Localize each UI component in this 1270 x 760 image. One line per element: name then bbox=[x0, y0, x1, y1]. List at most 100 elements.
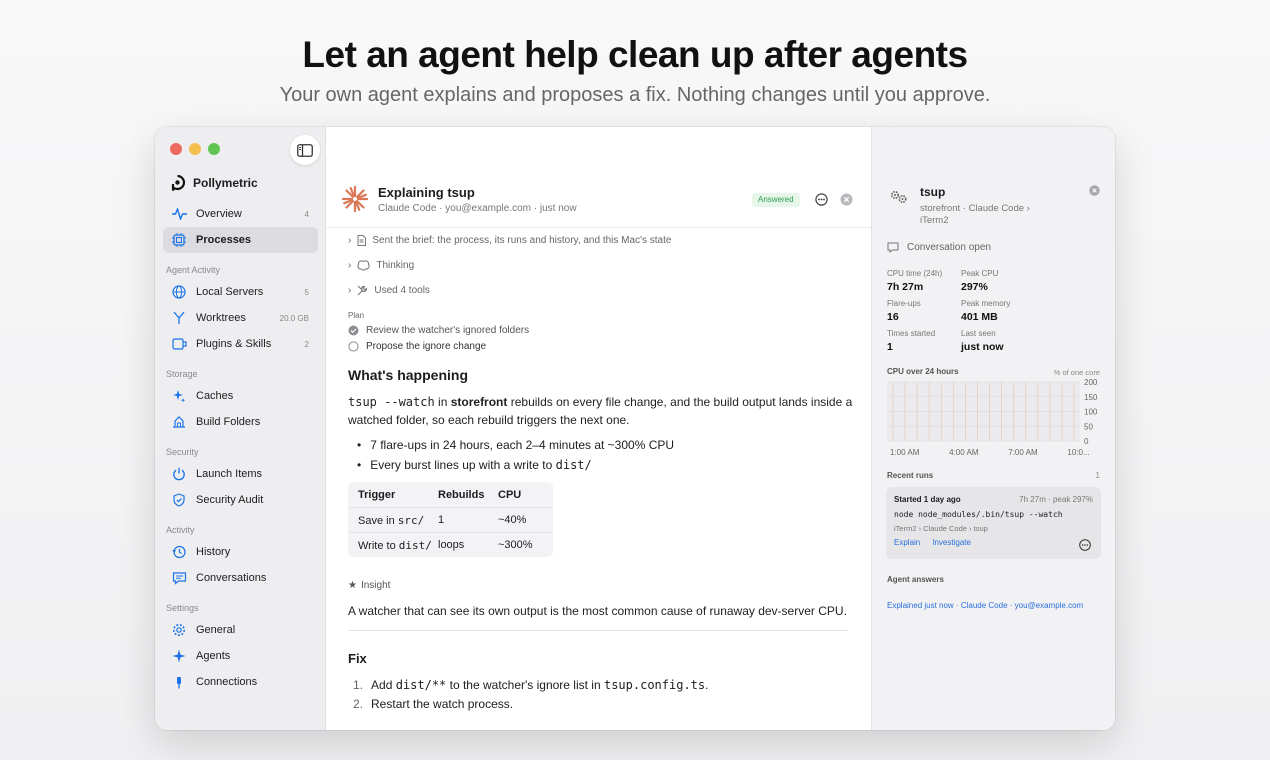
run-summary: 7h 27m · peak 297% bbox=[1019, 495, 1093, 504]
text-span: to the watcher's ignore list in bbox=[446, 678, 604, 692]
brand-logo-icon bbox=[171, 175, 185, 191]
step-label: Thinking bbox=[376, 260, 415, 271]
stat-peak-memory: Peak memory 401 MB bbox=[961, 299, 1010, 323]
sidebar-item-label: Plugins & Skills bbox=[196, 338, 272, 350]
agent-answer-link[interactable]: Explained just now · Claude Code · you@e… bbox=[887, 601, 1083, 610]
sidebar-toggle-button[interactable] bbox=[290, 135, 320, 165]
plugin-icon bbox=[171, 336, 187, 352]
bold-text: storefront bbox=[450, 395, 508, 409]
process-detail-panel: tsup storefront · Claude Code › iTerm2 C… bbox=[871, 127, 1115, 730]
recent-runs-count: 1 bbox=[1095, 471, 1100, 480]
trigger-table: Trigger Rebuilds CPU Save in src/ 1 ~40%… bbox=[348, 482, 553, 557]
chart-x-tick: 1:00 AM bbox=[890, 448, 920, 457]
sidebar-item-caches[interactable]: Caches bbox=[163, 383, 318, 409]
text-span: Restart the watch process. bbox=[371, 697, 514, 711]
stat-label: Flare-ups bbox=[887, 299, 921, 308]
table-cell: 1 bbox=[438, 514, 445, 526]
close-panel-icon[interactable] bbox=[1089, 185, 1100, 196]
bullet-text: 7 flare-ups in 24 hours, each 2–4 minute… bbox=[370, 438, 675, 452]
sidebar-item-label: Processes bbox=[196, 234, 252, 246]
text-span: Add bbox=[371, 678, 396, 692]
cell-text: Write to bbox=[358, 539, 399, 552]
window-controls bbox=[170, 143, 220, 155]
sparkles-icon bbox=[171, 388, 187, 404]
cell-text: Save in bbox=[358, 514, 398, 527]
sidebar-item-label: Local Servers bbox=[196, 286, 264, 298]
cpu-icon bbox=[171, 232, 187, 248]
process-name: tsup bbox=[920, 185, 946, 199]
app-window: Pollymetric Overview 4 Processes Agent A… bbox=[155, 127, 1115, 730]
run-card[interactable]: Started 1 day ago 7h 27m · peak 297% nod… bbox=[886, 487, 1101, 559]
sidebar-section-title: Storage bbox=[166, 369, 198, 379]
step-sent-brief[interactable]: › Sent the brief: the process, its runs … bbox=[348, 235, 671, 246]
sidebar-item-count: 2 bbox=[304, 339, 309, 349]
sidebar-section-title: Security bbox=[166, 447, 199, 457]
tools-icon bbox=[357, 285, 368, 296]
list-item: • 7 flare-ups in 24 hours, each 2–4 minut… bbox=[357, 438, 675, 452]
more-options-icon[interactable] bbox=[1079, 539, 1091, 551]
stat-label: Peak CPU bbox=[961, 269, 999, 278]
sidebar-item-connections[interactable]: Connections bbox=[163, 669, 318, 695]
zoom-window-button[interactable] bbox=[208, 143, 220, 155]
sidebar-item-launch-items[interactable]: Launch Items bbox=[163, 461, 318, 487]
sidebar-item-processes[interactable]: Processes bbox=[163, 227, 318, 253]
plug-icon bbox=[171, 674, 187, 690]
sidebar-item-label: General bbox=[196, 624, 236, 636]
hero-subtitle: Your own agent explains and proposes a f… bbox=[279, 84, 991, 106]
plan-item: Review the watcher's ignored folders bbox=[348, 325, 529, 336]
explain-link[interactable]: Explain bbox=[894, 538, 920, 547]
stat-label: CPU time (24h) bbox=[887, 269, 943, 278]
chart-x-tick: 4:00 AM bbox=[949, 448, 979, 457]
stat-value: 297% bbox=[961, 281, 988, 293]
stat-flare-ups: Flare-ups 16 bbox=[887, 299, 921, 323]
chevron-right-icon: › bbox=[348, 235, 352, 246]
inline-code: dist/ bbox=[398, 538, 432, 552]
list-number: 1. bbox=[353, 678, 364, 692]
sidebar-item-label: Caches bbox=[196, 390, 234, 402]
sidebar-item-label: Worktrees bbox=[196, 312, 246, 324]
stat-label: Last seen bbox=[961, 329, 996, 338]
sidebar-item-conversations[interactable]: Conversations bbox=[163, 565, 318, 591]
sidebar-item-general[interactable]: General bbox=[163, 617, 318, 643]
stat-value: 7h 27m bbox=[887, 281, 924, 293]
insight-label-text: Insight bbox=[360, 580, 391, 591]
stat-last-seen: Last seen just now bbox=[961, 329, 1004, 353]
sidebar-item-worktrees[interactable]: Worktrees 20.0 GB bbox=[163, 305, 318, 331]
sidebar-item-overview[interactable]: Overview 4 bbox=[163, 201, 318, 227]
power-icon bbox=[171, 466, 187, 482]
close-conversation-icon[interactable] bbox=[840, 193, 853, 206]
inline-code: dist/** bbox=[395, 678, 447, 692]
section-heading-happening: What's happening bbox=[348, 367, 468, 383]
chart-y-tick: 200 bbox=[1084, 379, 1098, 387]
bullet-text: Every burst lines up with a write to bbox=[370, 458, 556, 472]
list-number: 2. bbox=[353, 697, 364, 711]
close-window-button[interactable] bbox=[170, 143, 182, 155]
process-subtitle: storefront · Claude Code › iTerm2 bbox=[920, 203, 1030, 226]
minimize-window-button[interactable] bbox=[189, 143, 201, 155]
sidebar-item-history[interactable]: History bbox=[163, 539, 318, 565]
plan-item: Propose the ignore change bbox=[348, 341, 486, 352]
sidebar-item-agents[interactable]: Agents bbox=[163, 643, 318, 669]
sidebar-item-local-servers[interactable]: Local Servers 5 bbox=[163, 279, 318, 305]
sidebar-item-plugins-skills[interactable]: Plugins & Skills 2 bbox=[163, 331, 318, 357]
step-tools[interactable]: › Used 4 tools bbox=[348, 285, 430, 296]
document-icon bbox=[357, 235, 367, 246]
chat-icon bbox=[887, 242, 899, 253]
insight-label: ★ Insight bbox=[348, 580, 390, 591]
chart-unit: % of one core bbox=[1053, 368, 1100, 377]
more-options-icon[interactable] bbox=[815, 193, 828, 206]
sidebar-item-label: Build Folders bbox=[196, 416, 261, 428]
sidebar-section-title: Agent Activity bbox=[166, 265, 221, 275]
sidebar-item-build-folders[interactable]: Build Folders bbox=[163, 409, 318, 435]
table-cell: Write to dist/ bbox=[348, 539, 438, 552]
step-thinking[interactable]: › Thinking bbox=[348, 260, 414, 271]
investigate-link[interactable]: Investigate bbox=[932, 538, 971, 547]
inline-code: tsup --watch bbox=[348, 395, 435, 409]
conversation-open-link[interactable]: Conversation open bbox=[887, 242, 991, 253]
stat-cpu-time: CPU time (24h) 7h 27m bbox=[887, 269, 942, 293]
sidebar-item-label: Overview bbox=[196, 208, 242, 220]
sidebar-icon bbox=[297, 143, 313, 157]
sidebar-item-security-audit[interactable]: Security Audit bbox=[163, 487, 318, 513]
inline-code: tsup.config.ts bbox=[603, 678, 706, 692]
table-header-row: Trigger Rebuilds CPU bbox=[348, 482, 553, 507]
